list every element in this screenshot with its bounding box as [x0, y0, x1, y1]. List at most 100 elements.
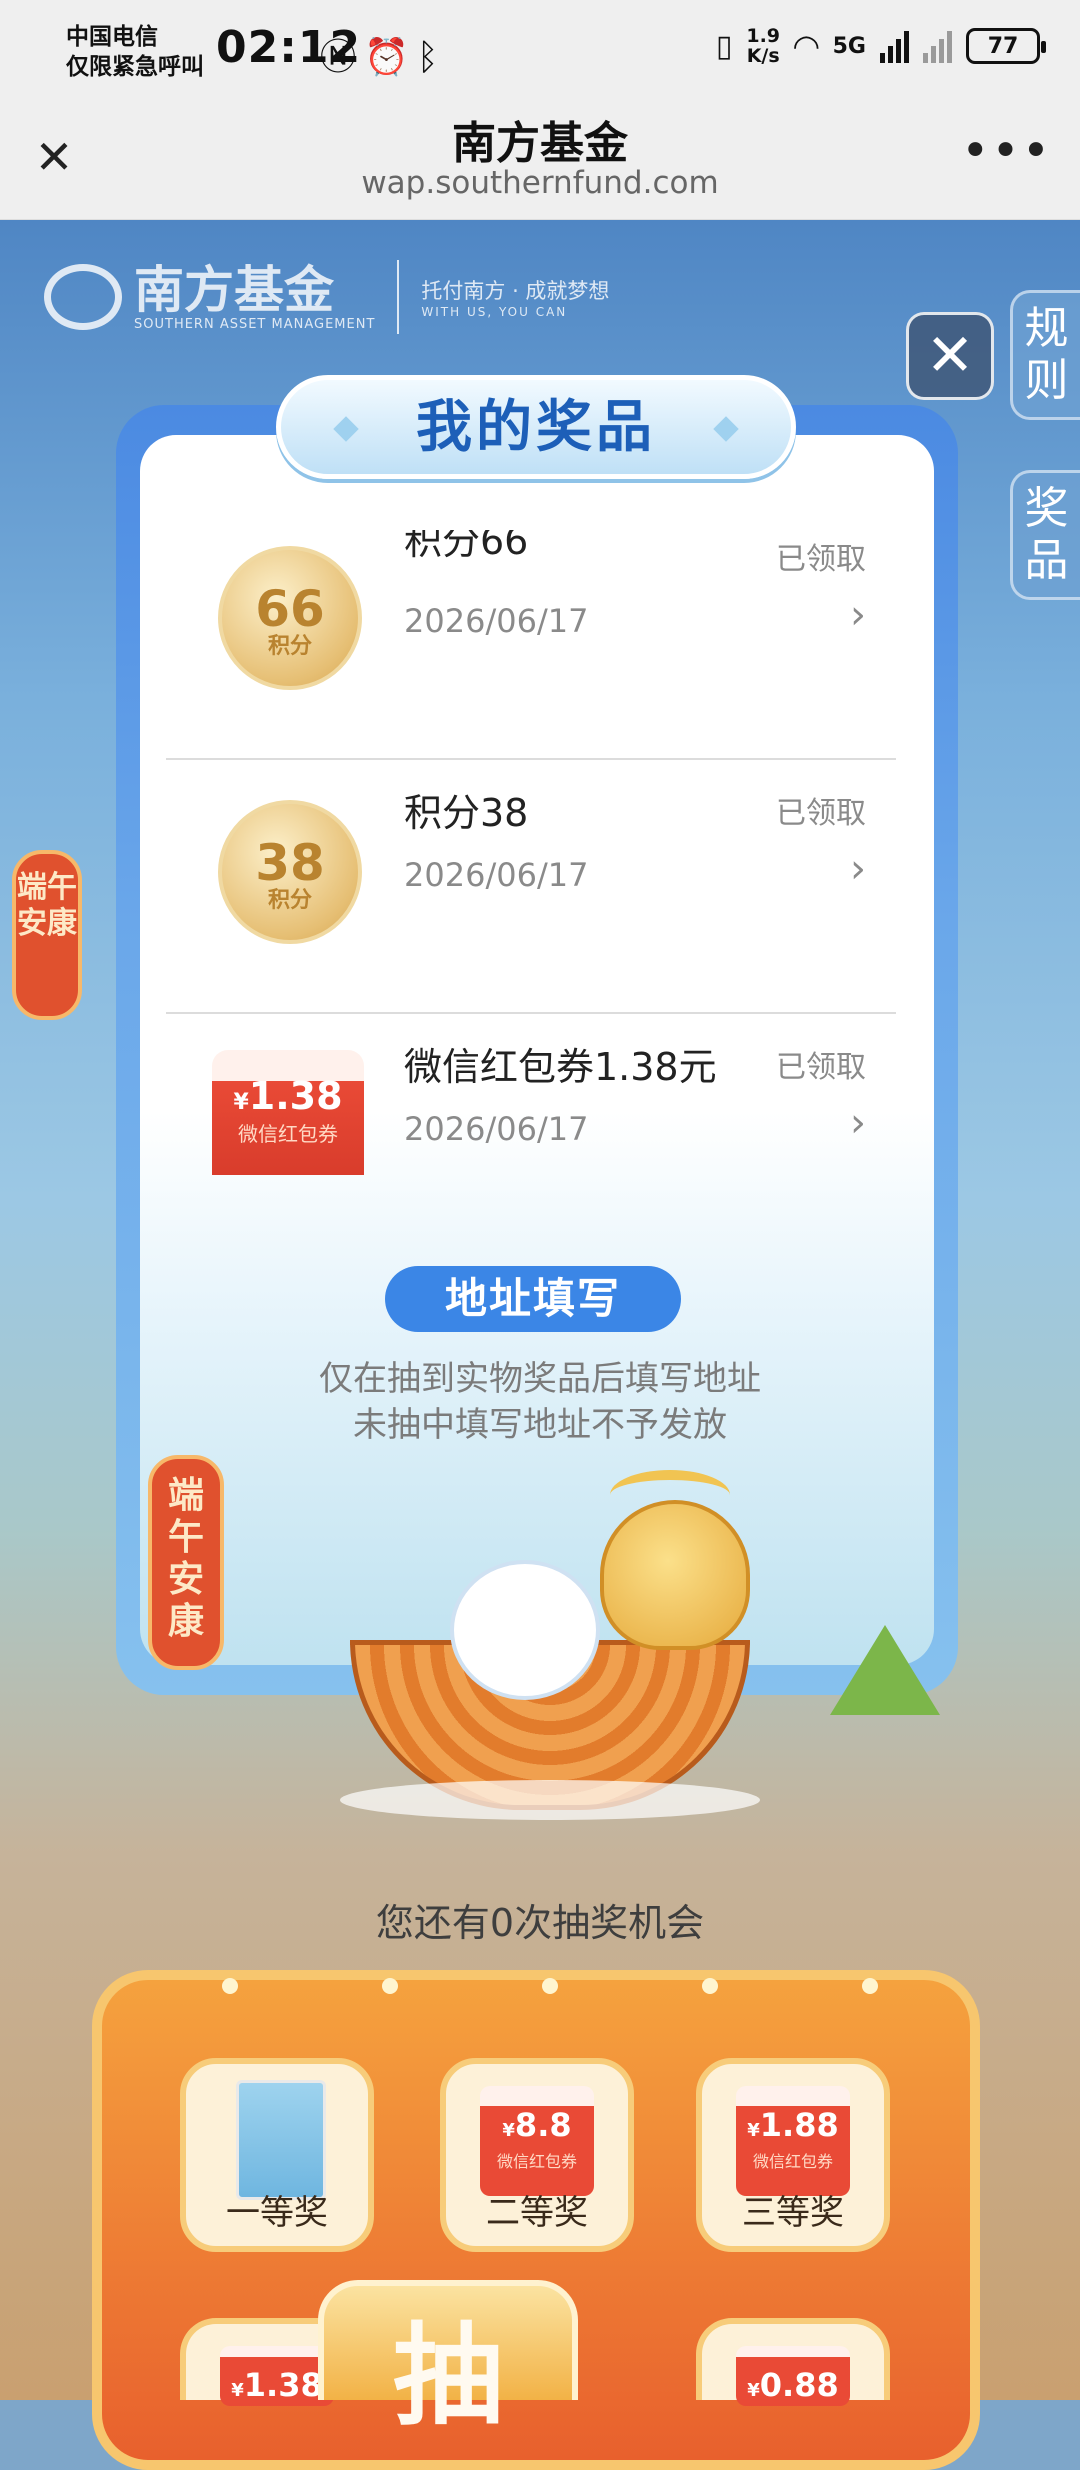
coin-unit: 积分 [267, 634, 312, 659]
prize-row[interactable]: ¥1.38 微信红包券 微信红包券1.38元 2026/06/17 已领取 › [166, 1014, 896, 1175]
red-packet-value: 0.88 [759, 2366, 839, 2404]
red-packet-value: 1.88 [759, 2106, 839, 2144]
red-packet-amount: ¥1.88 [736, 2106, 850, 2144]
points-coin-icon: 38 积分 [218, 800, 362, 944]
calf-mascot-illustration [450, 1560, 600, 1700]
red-packet-amount: ¥0.88 [736, 2366, 850, 2404]
water-splash-decoration [340, 1780, 760, 1820]
red-packet-label: 微信红包券 [238, 1122, 338, 1146]
chevron-right-icon[interactable]: › [850, 592, 866, 638]
status-bar: 中国电信 仅限紧急呼叫 02:12 Ⓝ⏰ᛒ ▯ 1.9 K/s ◠ 5G 77 [0, 0, 1080, 95]
prizes-tab[interactable]: 奖品 [1010, 470, 1080, 600]
draw-button[interactable]: 抽 [318, 2280, 578, 2440]
prize-status: 已领取 [776, 542, 866, 577]
prize-tile-first: 一等奖 [180, 2058, 374, 2252]
red-packet-label: 微信红包券 [496, 2152, 577, 2171]
dragon-head-illustration [600, 1500, 750, 1650]
red-packet-icon: ¥1.88 微信红包券 [736, 2086, 850, 2196]
currency-symbol: ¥ [747, 2120, 760, 2141]
page-title: 南方基金 [452, 118, 628, 169]
rules-tab[interactable]: 规则 [1010, 290, 1080, 420]
prize-status: 已领取 [776, 796, 866, 831]
currency-symbol: ¥ [747, 2380, 760, 2401]
brand-divider [397, 260, 400, 334]
lottery-chances: 您还有0次抽奖机会 [375, 1901, 705, 1945]
red-packet-amount: ¥8.8 [480, 2106, 594, 2144]
prize-row[interactable]: 38 积分 积分38 2026/06/17 已领取 › [166, 760, 896, 1014]
prize-name: 微信红包券1.38元 [404, 1045, 717, 1089]
prize-date: 2026/06/17 [404, 602, 589, 640]
board-light [702, 1978, 718, 1994]
red-packet-icon: ¥8.8 微信红包券 [480, 2086, 594, 2196]
chevron-right-icon[interactable]: › [850, 846, 866, 892]
prize-list[interactable]: 66 积分 积分66 2026/06/17 已领取 › 38 积分 积分38 2… [166, 530, 896, 1175]
prize-name: 积分66 [404, 530, 529, 563]
red-packet-value: 8.8 [514, 2106, 572, 2144]
red-packet-amount: ¥1.38 [212, 1074, 364, 1118]
tile-label: 一等奖 [226, 2193, 328, 2233]
first-prize-book-image [236, 2080, 326, 2200]
brand-slogan-en: WITH US, YOU CAN [421, 305, 568, 319]
prize-tile-third: ¥1.88 微信红包券 三等奖 [696, 2058, 890, 2252]
coin-value: 38 [255, 834, 325, 892]
prize-name: 积分38 [404, 791, 529, 835]
browser-toolbar: ✕ 南方基金 wap.southernfund.com ••• [0, 95, 1080, 220]
lantern-left: 端午安康 [12, 850, 82, 1020]
brand-name-en: SOUTHERN ASSET MANAGEMENT [134, 316, 376, 332]
brand-logo: 南方基金 SOUTHERN ASSET MANAGEMENT 托付南方 · 成就… [44, 260, 609, 334]
address-note-line1: 仅在抽到实物奖品后填写地址 [319, 1359, 761, 1399]
currency-symbol: ¥ [231, 2380, 244, 2401]
red-packet-icon: ¥1.38 [220, 2346, 334, 2406]
tile-label: 二等奖 [486, 2193, 588, 2233]
modal-title-ribbon: 我的奖品 [276, 375, 796, 479]
net-speed: 1.9 K/s [746, 26, 780, 66]
board-light [862, 1978, 878, 1994]
modal-close-button[interactable]: ✕ [906, 312, 994, 400]
red-packet-value: 1.38 [248, 1074, 343, 1118]
net-speed-unit: K/s [746, 45, 780, 67]
nfc-icon: Ⓝ [320, 37, 365, 78]
wifi-icon: ◠ [794, 27, 819, 65]
alarm-icon: ⏰ [364, 37, 417, 78]
bluetooth-icon: ᛒ [416, 37, 447, 78]
address-fill-button[interactable]: 地址填写 [385, 1266, 681, 1332]
net-speed-value: 1.9 [746, 25, 781, 47]
currency-symbol: ¥ [233, 1090, 249, 1115]
tile-label: 三等奖 [742, 2193, 844, 2233]
coin-value: 66 [255, 580, 325, 638]
page-url: wap.southernfund.com [361, 165, 719, 201]
carrier-info: 中国电信 仅限紧急呼叫 [66, 22, 204, 82]
coin-unit: 积分 [267, 888, 312, 913]
brand-slogan: 托付南方 · 成就梦想 [421, 279, 610, 303]
network-type: 5G [832, 33, 866, 59]
red-packet-icon: ¥0.88 [736, 2346, 850, 2406]
brand-mark-icon [44, 264, 122, 330]
prize-row[interactable]: 66 积分 积分66 2026/06/17 已领取 › [166, 530, 896, 760]
red-packet-amount: ¥1.38 [220, 2366, 334, 2404]
more-icon[interactable]: ••• [961, 123, 1052, 179]
red-packet-label: 微信红包券 [752, 2152, 833, 2171]
chevron-right-icon[interactable]: › [850, 1100, 866, 1146]
battery-level: 77 [987, 33, 1019, 59]
red-packet-value: 1.38 [243, 2366, 323, 2404]
battery-icon: 77 [966, 28, 1046, 64]
status-right: ▯ 1.9 K/s ◠ 5G 77 [715, 26, 1046, 66]
signal-icon-secondary [923, 29, 952, 63]
lantern-right: 端午安康 [148, 1455, 224, 1670]
board-light [542, 1978, 558, 1994]
board-light [382, 1978, 398, 1994]
signal-icon [880, 29, 909, 63]
points-coin-icon: 66 积分 [218, 546, 362, 690]
vibrate-icon: ▯ [715, 28, 733, 64]
red-packet-icon: ¥1.38 微信红包券 [212, 1050, 364, 1175]
prize-status: 已领取 [776, 1050, 866, 1085]
prize-tile-second: ¥8.8 微信红包券 二等奖 [440, 2058, 634, 2252]
address-note-line2: 未抽中填写地址不予发放 [353, 1405, 727, 1445]
board-light [222, 1978, 238, 1994]
prize-date: 2026/06/17 [404, 1110, 589, 1148]
carrier-status: 仅限紧急呼叫 [66, 54, 204, 80]
prize-date: 2026/06/17 [404, 856, 589, 894]
prize-tile-fifth: ¥0.88 [696, 2318, 890, 2406]
currency-symbol: ¥ [502, 2120, 515, 2141]
status-icons: Ⓝ⏰ᛒ [320, 28, 446, 80]
